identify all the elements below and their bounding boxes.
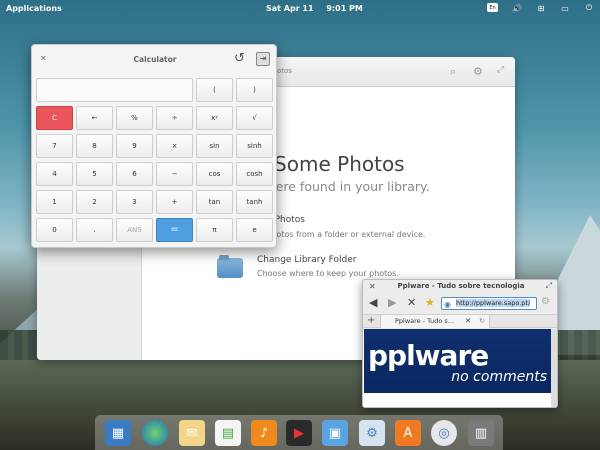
change-library-folder-title[interactable]: Change Library Folder [257,255,356,265]
calculator-headerbar: ✕ Calculator ↺ ⇥ [32,45,276,73]
key-add-button[interactable]: + [156,190,193,214]
disc-icon[interactable]: ◎ [431,420,457,446]
loading-icon: ↻ [479,317,485,325]
key-zero-button[interactable]: 0 [36,218,73,242]
system-tray: En 🔊 ⊞ ▭ ⏻ [487,3,594,13]
new-tab-icon[interactable]: + [367,315,375,326]
key-multiply-button[interactable]: × [156,134,193,158]
key-cosh-button[interactable]: cosh [236,162,273,186]
welcome-subheading: s were found in your library. [255,179,430,194]
key-clear-button[interactable]: C [36,106,73,130]
tab-bar: + Pplware - Tudo s... ✕ ↻ [363,314,557,328]
url-text: http://pplware.sapo.pt/ [456,299,531,307]
forward-icon[interactable]: ▶ [388,296,396,309]
close-tab-icon[interactable]: ✕ [465,315,471,327]
key-eight-button[interactable]: 8 [76,134,113,158]
maximize-icon[interactable]: ⤢ [546,281,552,291]
multitasking-view-icon[interactable]: ▦ [105,420,131,446]
key-sqrt-button[interactable]: √ [236,106,273,130]
key-ans-button[interactable]: ANS [116,218,153,242]
back-icon[interactable]: ◀ [369,296,377,309]
key-backspace-button[interactable]: ← [76,106,113,130]
applications-menu[interactable]: Applications [6,4,62,13]
key-sin-button[interactable]: sin [196,134,233,158]
url-input[interactable]: ◉ http://pplware.sapo.pt/ [441,297,537,310]
browser-title: Pplware - Tudo sobre tecnologia [397,282,525,290]
clock-time: 9:01 PM [326,4,363,13]
history-icon[interactable]: ↺ [234,51,245,66]
calculator-window: ✕ Calculator ↺ ⇥ () C ←% ÷ xʸ √ 7 8 9 × sin sinh 4 5 6… [31,44,277,248]
extended-mode-icon[interactable]: ⇥ [256,52,270,66]
key-open-paren-button[interactable]: ( [196,78,233,102]
pplware-tagline: no comments [451,369,547,385]
clock-date: Sat Apr 11 [266,4,314,13]
import-photos-desc: y photos from a folder or external devic… [259,230,426,239]
network-icon[interactable]: ⊞ [536,3,546,13]
key-close-paren-button[interactable]: ) [236,78,273,102]
change-library-folder-desc: Choose where to keep your photos. [257,269,399,278]
bookmark-star-icon[interactable]: ★ [425,296,435,309]
dock: ▦ ✉ ▤ ♪ ▶ ▣ ⚙ A ◎ ▥ [95,415,503,450]
key-divide-button[interactable]: ÷ [156,106,193,130]
keyboard-layout-indicator[interactable]: En [487,3,498,12]
key-six-button[interactable]: 6 [116,162,153,186]
calculator-icon[interactable]: ▥ [468,420,494,446]
key-tanh-button[interactable]: tanh [236,190,273,214]
pplware-banner[interactable]: pplware no comments [364,329,552,393]
browser-toolbar: ◀ ▶ ✕ ★ ◉ http://pplware.sapo.pt/ ⚙ [363,294,557,314]
web-content[interactable]: pplware no comments [363,329,553,407]
pplware-logo: pplware [368,339,489,372]
key-e-button[interactable]: e [236,218,273,242]
videos-icon[interactable]: ▶ [286,420,312,446]
gear-icon[interactable]: ⚙ [473,65,483,78]
globe-icon: ◉ [444,300,451,309]
scrollbar[interactable] [551,329,557,407]
key-decimal-button[interactable]: . [76,218,113,242]
volume-icon[interactable]: 🔊 [512,3,522,13]
key-power-button[interactable]: xʸ [196,106,233,130]
search-icon[interactable]: ⌕ [450,65,456,79]
calculator-display[interactable] [36,78,193,102]
clock[interactable]: Sat Apr 11 9:01 PM [266,4,373,13]
browser-window: ✕ Pplware - Tudo sobre tecnologia ⤢ ◀ ▶ … [362,279,558,408]
key-tan-button[interactable]: tan [196,190,233,214]
welcome-heading: d Some Photos [255,152,405,176]
key-equals-button[interactable]: = [156,218,193,242]
gear-icon[interactable]: ⚙ [541,296,550,307]
folder-icon[interactable] [217,255,243,278]
app-center-icon[interactable]: A [395,420,421,446]
stop-icon[interactable]: ✕ [407,296,416,309]
browser-titlebar: ✕ Pplware - Tudo sobre tecnologia ⤢ [363,280,557,294]
key-one-button[interactable]: 1 [36,190,73,214]
key-seven-button[interactable]: 7 [36,134,73,158]
web-browser-icon[interactable] [142,420,168,446]
tab-label: Pplware - Tudo s... [395,317,455,325]
photos-title: otos [277,67,292,75]
key-two-button[interactable]: 2 [76,190,113,214]
key-three-button[interactable]: 3 [116,190,153,214]
maximize-icon[interactable]: ⤢ [497,65,504,75]
photos-icon[interactable]: ▣ [322,420,348,446]
power-icon[interactable]: ⏻ [584,3,594,13]
tab-pplware[interactable]: Pplware - Tudo s... ✕ ↻ [380,315,490,328]
key-nine-button[interactable]: 9 [116,134,153,158]
top-panel: Applications Sat Apr 11 9:01 PM En 🔊 ⊞ ▭… [0,0,600,18]
calendar-icon[interactable]: ▤ [215,420,241,446]
key-five-button[interactable]: 5 [76,162,113,186]
key-pi-button[interactable]: π [196,218,233,242]
key-four-button[interactable]: 4 [36,162,73,186]
key-subtract-button[interactable]: − [156,162,193,186]
key-cos-button[interactable]: cos [196,162,233,186]
key-sinh-button[interactable]: sinh [236,134,273,158]
switchboard-icon[interactable]: ⚙ [359,420,385,446]
battery-icon[interactable]: ▭ [560,3,570,13]
music-icon[interactable]: ♪ [251,420,277,446]
key-percent-button[interactable]: % [116,106,153,130]
mail-icon[interactable]: ✉ [179,420,205,446]
